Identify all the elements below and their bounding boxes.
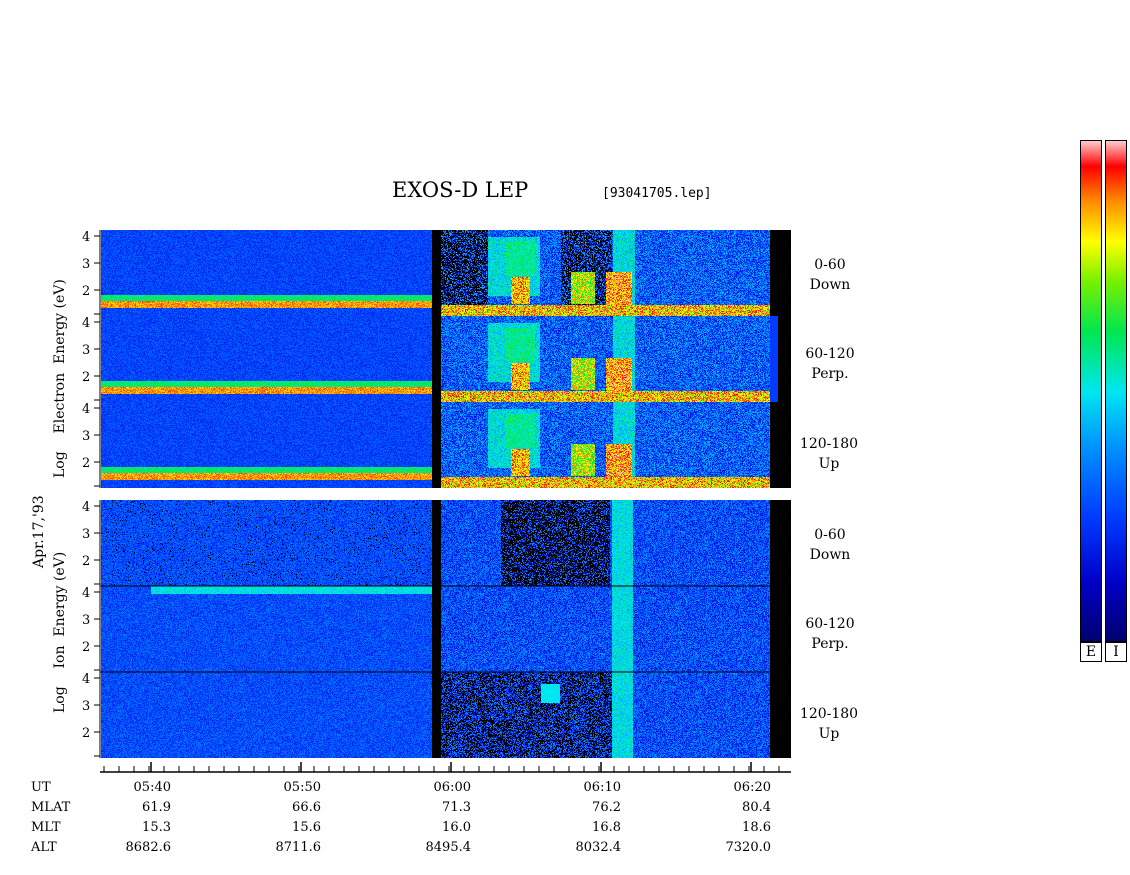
figure: EXOS-D LEP [93041705.lep] 23423423423423… — [0, 0, 1130, 875]
colorbar-label-electron: E — [1080, 642, 1102, 662]
pitch-angle-label: 0-60 — [814, 527, 846, 543]
ut-value: 06:10 — [583, 780, 621, 795]
colorbar-ion — [1105, 140, 1127, 642]
colorbar-label-ion: I — [1105, 642, 1127, 662]
date-label: Apr.17,'93 — [31, 495, 47, 568]
ut-value: 06:20 — [733, 780, 771, 795]
mlt-value: 15.6 — [292, 820, 321, 835]
y-tick-label: 4 — [82, 672, 90, 687]
pitch-angle-label: 60-120 — [805, 616, 855, 632]
y-tick-label: 4 — [82, 500, 90, 515]
ut-value: 05:50 — [283, 780, 321, 795]
mlat-value: 80.4 — [742, 800, 771, 815]
y-tick-label: 2 — [82, 284, 90, 299]
y-tick-label: 2 — [82, 726, 90, 741]
ut-value: 05:40 — [133, 780, 171, 795]
y-tick-label: 3 — [82, 343, 90, 358]
direction-label: Perp. — [811, 636, 849, 652]
mlat-value: 61.9 — [142, 800, 171, 815]
direction-label: Up — [818, 726, 840, 742]
ion-axis-label: Log Ion Energy (eV) — [52, 551, 68, 713]
ut-value: 06:00 — [433, 780, 471, 795]
colorbar-electron — [1080, 140, 1102, 642]
mlt-value: 15.3 — [142, 820, 171, 835]
pitch-angle-label: 120-180 — [799, 436, 859, 452]
direction-label: Down — [809, 277, 851, 293]
direction-label: Perp. — [811, 366, 849, 382]
alt-value: 8495.4 — [425, 840, 472, 855]
row-label-mlt: MLT — [31, 820, 61, 835]
channel-label-i-down: 0-60 Down — [800, 525, 860, 565]
mlat-value: 76.2 — [592, 800, 621, 815]
y-tick-label: 3 — [82, 429, 90, 444]
pitch-angle-label: 0-60 — [814, 257, 846, 273]
mlat-value: 66.6 — [292, 800, 321, 815]
y-tick-label: 4 — [82, 316, 90, 331]
direction-label: Up — [818, 456, 840, 472]
row-label-mlat: MLAT — [31, 800, 71, 815]
y-tick-label: 2 — [82, 456, 90, 471]
y-tick-label: 2 — [82, 370, 90, 385]
alt-value: 8711.6 — [275, 840, 322, 855]
y-tick-label: 3 — [82, 699, 90, 714]
channel-label-e-perp: 60-120 Perp. — [800, 344, 860, 384]
electron-axis-label: Log Electron Energy (eV) — [52, 279, 68, 478]
channel-label-e-down: 0-60 Down — [800, 255, 860, 295]
mlt-value: 18.6 — [742, 820, 771, 835]
y-tick-label: 2 — [82, 640, 90, 655]
y-tick-label: 4 — [82, 586, 90, 601]
y-tick-label: 2 — [82, 554, 90, 569]
alt-value: 8032.4 — [575, 840, 622, 855]
alt-value: 8682.6 — [125, 840, 172, 855]
y-tick-label: 3 — [82, 257, 90, 272]
y-tick-label: 4 — [82, 230, 90, 245]
pitch-angle-label: 120-180 — [799, 706, 859, 722]
channel-label-e-up: 120-180 Up — [796, 434, 862, 474]
mlat-value: 71.3 — [442, 800, 471, 815]
row-label-alt: ALT — [31, 840, 57, 855]
channel-label-i-up: 120-180 Up — [796, 704, 862, 744]
alt-value: 7320.0 — [725, 840, 772, 855]
y-tick-label: 3 — [82, 613, 90, 628]
mlt-value: 16.8 — [592, 820, 621, 835]
row-label-ut: UT — [31, 780, 51, 795]
channel-label-i-perp: 60-120 Perp. — [800, 614, 860, 654]
direction-label: Down — [809, 547, 851, 563]
axes-layer: 2 3 4 2 3 4 2 3 4 2 3 4 2 3 4 2 3 4 — [82, 230, 791, 773]
mlt-value: 16.0 — [442, 820, 471, 835]
pitch-angle-label: 60-120 — [805, 346, 855, 362]
y-tick-label: 3 — [82, 527, 90, 542]
y-tick-label: 4 — [82, 402, 90, 417]
